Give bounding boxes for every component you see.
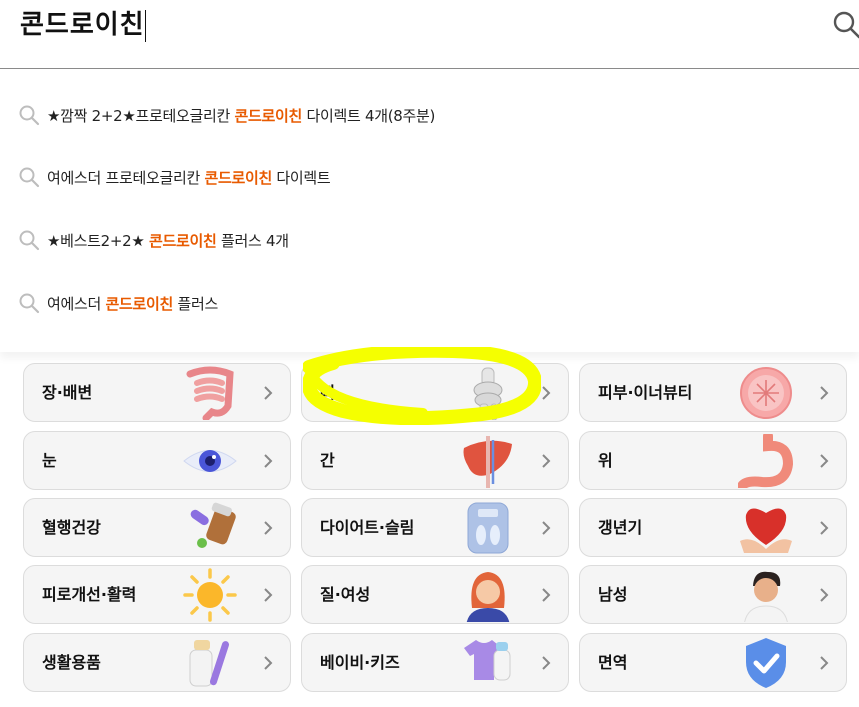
suggestion-keyword: 콘드로이친: [105, 294, 173, 313]
scale-icon: [467, 502, 509, 554]
baby-clothes-icon: [464, 640, 511, 681]
chevron-right-icon: [542, 656, 551, 670]
suggestion-suffix: 플러스: [172, 294, 218, 313]
skin-cell-icon: [740, 367, 792, 419]
suggestion-item[interactable]: ★베스트2+2★ 콘드로이친 플러스 4개: [18, 227, 289, 253]
suggestion-prefix: 여에스더: [47, 294, 106, 313]
category-label: 남성: [598, 585, 628, 604]
category-tile-household[interactable]: 생활용품: [23, 633, 291, 692]
category-label: 다이어트·슬림: [320, 518, 415, 537]
category-tile-women[interactable]: 질·여성: [301, 565, 569, 624]
category-tile-immunity[interactable]: 면역: [579, 633, 847, 692]
category-tile-men[interactable]: 남성: [579, 565, 847, 624]
suggestion-item[interactable]: 여에스더 콘드로이친 플러스: [18, 290, 218, 316]
category-label: 간: [320, 451, 335, 470]
sun-icon: [183, 568, 237, 622]
heart-hands-icon: [740, 508, 792, 553]
chevron-right-icon: [820, 386, 829, 400]
search-icon: [19, 293, 40, 314]
category-label: 눈: [42, 451, 57, 470]
category-tile-liver[interactable]: 간: [301, 431, 569, 490]
search-icon: [19, 230, 40, 251]
category-tile-eye[interactable]: 눈: [23, 431, 291, 490]
category-tile-stomach[interactable]: 위: [579, 431, 847, 490]
category-tile-fatigue[interactable]: 피로개선·활력: [23, 565, 291, 624]
category-tile-baby[interactable]: 베이비·키즈: [301, 633, 569, 692]
search-icon: [19, 105, 40, 126]
chevron-right-icon: [264, 656, 273, 670]
suggestion-keyword: 콘드로이친: [149, 231, 217, 250]
category-label: 피로개선·활력: [42, 585, 137, 604]
category-label: 위: [598, 451, 613, 470]
eye-icon: [183, 450, 237, 472]
stomach-icon: [738, 434, 794, 488]
category-label: 면역: [598, 653, 628, 672]
chevron-right-icon: [820, 588, 829, 602]
chevron-right-icon: [542, 454, 551, 468]
suggestion-text: ★베스트2+2★ 콘드로이친 플러스 4개: [47, 230, 289, 251]
category-tile-skin[interactable]: 피부·이너뷰티: [579, 363, 847, 422]
suggestion-suffix: 다이렉트 4개(8주분): [302, 106, 436, 125]
category-label: 피부·이너뷰티: [598, 383, 693, 402]
suggestion-text: ★깜짝 2+2★프로테오글리칸 콘드로이친 다이렉트 4개(8주분): [47, 105, 435, 126]
category-label: 생활용품: [42, 653, 101, 672]
suggestion-keyword: 콘드로이친: [234, 106, 303, 125]
category-tile-blood[interactable]: 혈행건강: [23, 498, 291, 557]
woman-icon: [466, 572, 510, 622]
category-tile-menopause[interactable]: 갱년기: [579, 498, 847, 557]
category-label: 혈행건강: [42, 518, 101, 537]
chevron-right-icon: [264, 588, 273, 602]
category-tile-intestine[interactable]: 장·배변: [23, 363, 291, 422]
chevron-right-icon: [542, 521, 551, 535]
suggestion-prefix: 여에스더 프로테오글리칸: [47, 168, 205, 187]
pill-bottle-icon: [190, 502, 236, 548]
chevron-right-icon: [264, 454, 273, 468]
category-label: 갱년기: [598, 518, 643, 537]
chevron-right-icon: [542, 588, 551, 602]
autocomplete-dropdown: ★깜짝 2+2★프로테오글리칸 콘드로이친 다이렉트 4개(8주분) 여에스더 …: [0, 70, 859, 352]
category-label: 뼈: [320, 383, 335, 402]
category-tile-diet[interactable]: 다이어트·슬림: [301, 498, 569, 557]
suggestion-prefix: ★깜짝 2+2★프로테오글리칸: [47, 106, 235, 125]
suggestion-keyword: 콘드로이친: [204, 168, 272, 187]
intestine-icon: [186, 366, 234, 420]
liver-icon: [463, 436, 512, 488]
suggestion-suffix: 다이렉트: [271, 168, 331, 187]
bone-joint-icon: [473, 367, 503, 420]
suggestion-text: 여에스더 프로테오글리칸 콘드로이친 다이렉트: [47, 167, 331, 188]
chevron-right-icon: [264, 386, 273, 400]
suggestion-item[interactable]: ★깜짝 2+2★프로테오글리칸 콘드로이친 다이렉트 4개(8주분): [18, 102, 435, 128]
suggestion-prefix: ★베스트2+2★: [47, 231, 150, 250]
chevron-right-icon: [820, 521, 829, 535]
category-tile-bone[interactable]: 뼈: [301, 363, 569, 422]
man-icon: [744, 571, 788, 622]
toiletries-icon: [189, 640, 230, 687]
search-icon: [19, 167, 40, 188]
shield-check-icon: [746, 638, 786, 688]
category-label: 장·배변: [42, 383, 93, 402]
chevron-right-icon: [542, 386, 551, 400]
suggestion-text: 여에스더 콘드로이친 플러스: [47, 293, 218, 314]
suggestion-suffix: 플러스 4개: [216, 231, 289, 250]
category-label: 베이비·키즈: [320, 653, 400, 672]
suggestion-item[interactable]: 여에스더 프로테오글리칸 콘드로이친 다이렉트: [18, 164, 331, 190]
category-label: 질·여성: [320, 585, 371, 604]
chevron-right-icon: [264, 521, 273, 535]
chevron-right-icon: [820, 454, 829, 468]
chevron-right-icon: [820, 656, 829, 670]
